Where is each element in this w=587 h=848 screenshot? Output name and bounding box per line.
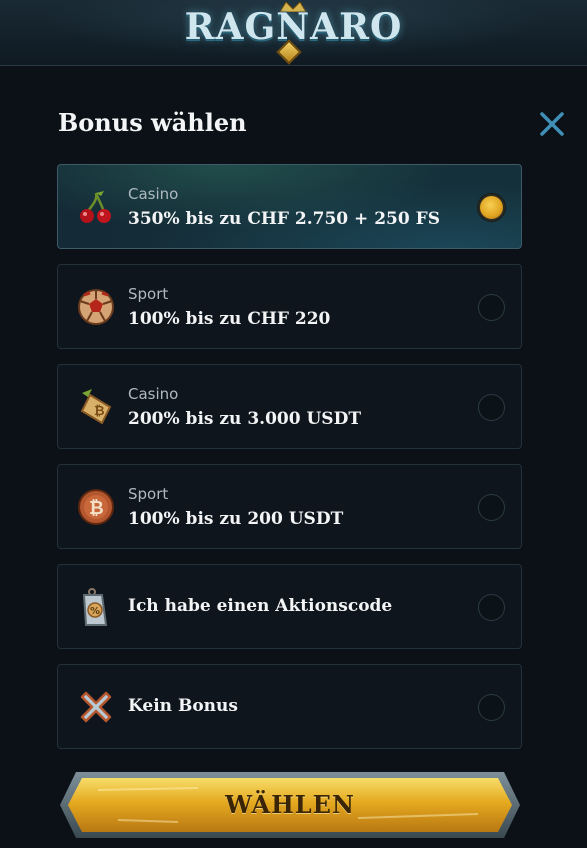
top-bar: RAGNARO [0, 0, 587, 66]
bonus-option-promo-code[interactable]: % Ich habe einen Aktionscode [57, 564, 522, 649]
close-icon[interactable] [538, 110, 566, 138]
radio-button[interactable] [478, 594, 505, 621]
dialog-title: Bonus wählen [58, 108, 247, 137]
submit-button[interactable]: WÄHLEN [58, 770, 522, 840]
brand-logo[interactable]: RAGNARO [0, 6, 587, 48]
option-text: 100% bis zu 200 USDT [128, 509, 344, 529]
no-bonus-x-icon [80, 691, 112, 723]
radio-button[interactable] [478, 494, 505, 521]
svg-text:₿: ₿ [89, 498, 104, 519]
radio-button[interactable] [478, 394, 505, 421]
bitcoin-tag-icon: ₿ [80, 389, 112, 425]
option-category: Sport [128, 485, 169, 503]
option-category: Sport [128, 285, 169, 303]
option-category: Casino [128, 385, 179, 403]
option-text: Ich habe einen Aktionscode [128, 596, 393, 616]
bonus-option-casino-chf[interactable]: Casino 350% bis zu CHF 2.750 + 250 FS [57, 164, 522, 249]
radio-button[interactable] [478, 294, 505, 321]
radio-button[interactable] [478, 694, 505, 721]
soccer-ball-icon [78, 289, 114, 325]
radio-button-selected[interactable] [478, 194, 505, 221]
option-category: Casino [128, 185, 179, 203]
bonus-option-sport-usdt[interactable]: ₿ Sport 100% bis zu 200 USDT [57, 464, 522, 549]
option-text: 100% bis zu CHF 220 [128, 309, 331, 329]
cherries-icon [80, 191, 111, 223]
bitcoin-coin-icon: ₿ [78, 489, 114, 525]
promo-tag-icon: % [82, 588, 108, 626]
option-text: Kein Bonus [128, 696, 238, 716]
bonus-option-casino-usdt[interactable]: ₿ Casino 200% bis zu 3.000 USDT [57, 364, 522, 449]
svg-text:%: % [90, 606, 100, 617]
submit-button-label: WÄHLEN [225, 790, 355, 819]
option-text: 200% bis zu 3.000 USDT [128, 409, 361, 429]
option-text: 350% bis zu CHF 2.750 + 250 FS [128, 209, 440, 229]
svg-text:₿: ₿ [94, 404, 105, 419]
bonus-option-sport-chf[interactable]: Sport 100% bis zu CHF 220 [57, 264, 522, 349]
bonus-option-no-bonus[interactable]: Kein Bonus [57, 664, 522, 749]
